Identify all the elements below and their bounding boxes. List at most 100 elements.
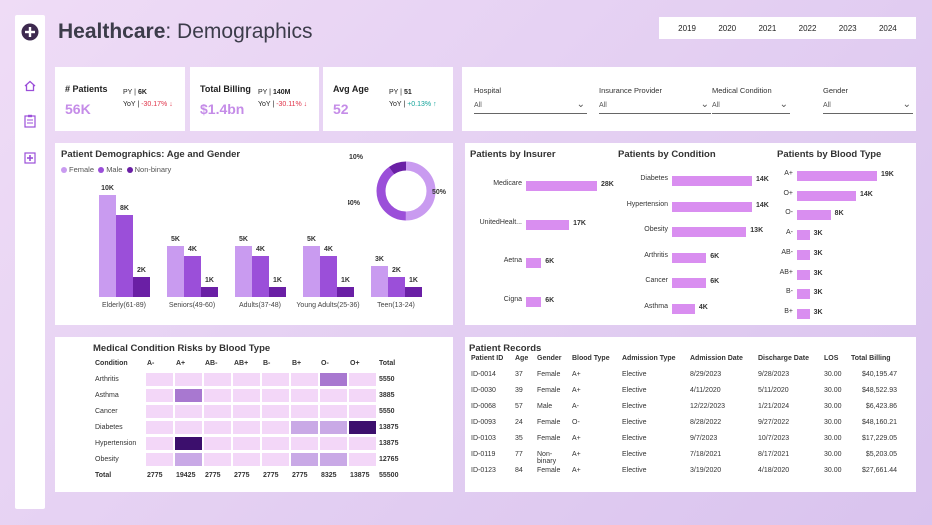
risk-cell [145,403,174,419]
risk-heat-swatch [320,452,347,466]
year-option[interactable]: 2020 [718,24,736,33]
year-option[interactable]: 2024 [879,24,897,33]
risk-total-cell: 2775 [234,471,250,479]
records-cell: Elective [622,451,647,458]
filter-insurance: Insurance Provider All ⌄ [599,86,711,114]
bar [526,181,597,191]
risk-cell [348,403,377,419]
risk-cell [232,451,261,467]
medical-cross-icon[interactable] [15,151,45,169]
risk-total-cell: 2775 [147,471,163,479]
bar [235,246,252,297]
risk-total-cell: 13875 [350,471,370,479]
risk-heat-swatch [262,388,289,402]
bar [672,278,707,288]
records-title: Patient Records [469,343,542,354]
bar-category-label: O- [785,209,793,217]
risk-header-cell: O- [321,359,329,367]
risk-heat-swatch [175,372,202,386]
risk-total-cell: 2775 [292,471,308,479]
bar-category-label: AB- [781,248,793,256]
risk-cell [290,435,319,451]
bar [797,190,856,201]
donut-label: 40% [348,200,361,207]
risk-heat-swatch [175,436,202,450]
bar-value-label: 14K [859,190,873,198]
risk-heat-swatch [349,420,376,434]
records-cell: 3/19/2020 [690,467,722,474]
records-cell: $48,160.21 [861,419,897,426]
risk-cell [232,371,261,387]
records-cell: Female [537,371,561,378]
risk-heat-swatch [233,388,260,402]
risk-total-cell: 2775 [205,471,221,479]
risk-cell [261,435,290,451]
year-option[interactable]: 2022 [799,24,817,33]
risk-cell [348,451,377,467]
risk-heat-swatch [175,388,202,402]
risk-heat-swatch [146,388,173,402]
records-cell: 12/22/2023 [690,403,726,410]
kpi-yoy: YoY | +0.13% ↑ [389,101,437,108]
table-row: ID-0068 57 Male A- Elective 12/22/2023 1/21/20… [469,403,899,419]
records-cell: 30.00 [824,467,842,474]
risk-heat-swatch [262,436,289,450]
bar-category-label: AB+ [779,268,793,276]
risk-total-cell: 55500 [379,471,399,479]
clipboard-icon[interactable] [15,114,45,133]
kpi-label: Avg Age [333,84,369,94]
records-cell: $40,195.47 [861,371,897,378]
bar-value-label: 4K [698,303,708,311]
risk-cell [203,419,232,435]
hospital-dropdown[interactable]: All ⌄ [474,99,587,114]
bar-category-label: Asthma [644,302,668,310]
risk-cell [348,435,377,451]
table-row: ID-0093 24 Female O- Elective 8/28/2022 9/27/2… [469,419,899,435]
records-cell: 30.00 [824,387,842,394]
risk-row: Arthritis 5550 [93,371,407,387]
risk-cell [203,435,232,451]
records-cell: Elective [622,467,647,474]
records-panel: Patient Records Patient ID Age Gender Blood… [465,337,916,492]
records-cell: 8/29/2023 [690,371,722,378]
year-option[interactable]: 2019 [678,24,696,33]
records-cell: 35 [515,435,523,442]
category-label: Young Adults(25-36) [296,302,360,309]
year-option[interactable]: 2023 [839,24,857,33]
bar-value-label: 4K [188,246,197,254]
bar [133,276,150,297]
gender-dropdown[interactable]: All ⌄ [823,99,913,114]
kpi-label: # Patients [65,84,108,94]
risk-total: 3885 [379,391,395,399]
risk-cell [261,403,290,419]
risk-cell [290,387,319,403]
risk-total-cell: 8325 [321,471,337,479]
risk-header-cell: O+ [350,359,360,367]
add-circle-icon[interactable] [15,23,45,46]
bar-value-label: 19K [881,171,894,178]
records-cell: 30.00 [824,451,842,458]
bar [672,303,695,314]
records-cell: 57 [515,403,523,410]
risk-heat-swatch [175,404,202,418]
risk-panel: Medical Condition Risks by Blood Type Co… [55,337,453,492]
category-label: Elderly(61-89) [102,302,146,309]
records-cell: 1/21/2024 [758,403,790,410]
bar [303,246,320,297]
home-icon[interactable] [15,79,45,97]
bar [526,258,542,268]
records-cell: $5,203.05 [865,451,897,458]
condition-dropdown[interactable]: All ⌄ [712,99,790,114]
risk-heat-swatch [262,420,289,434]
records-cell: 77 [515,451,523,458]
risk-cell [261,371,290,387]
bar-category-label: A- [786,229,793,237]
risk-total: 5550 [379,407,395,415]
year-option[interactable]: 2021 [758,24,776,33]
bar-value-label: 17K [573,219,586,227]
records-cell: A+ [572,451,581,458]
records-header-cell: Gender [537,355,562,362]
risk-cell [261,387,290,403]
filter-condition: Medical Condition All ⌄ [712,86,790,114]
insurance-dropdown[interactable]: All ⌄ [599,99,711,114]
